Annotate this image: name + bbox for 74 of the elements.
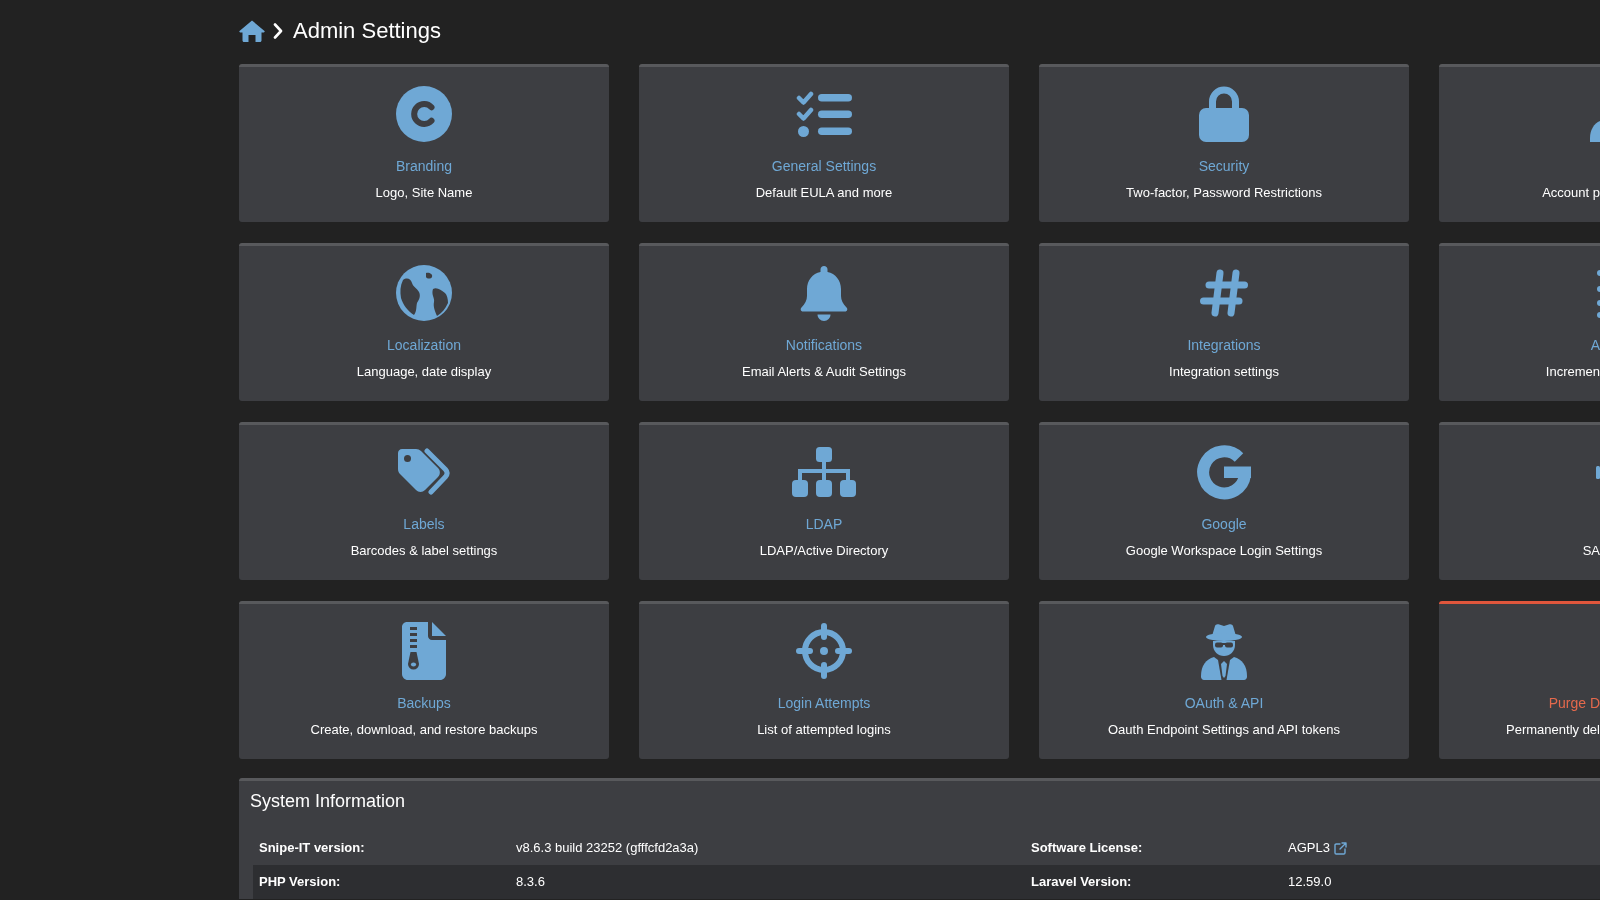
card-description: Two-factor, Password Restrictions <box>1126 184 1322 202</box>
checklist-icon <box>796 91 852 137</box>
settings-card[interactable]: Labels Barcodes & label settings <box>239 422 609 580</box>
home-icon[interactable] <box>239 20 265 42</box>
card-description: Default EULA and more <box>755 184 893 202</box>
settings-card[interactable]: Login Attempts List of attempted logins <box>639 601 1009 759</box>
table-cell: 12.59.0 <box>1282 865 1600 899</box>
card-title: Security <box>1198 157 1250 175</box>
settings-card[interactable]: SA <box>1439 422 1600 580</box>
zip-file-icon <box>402 622 446 680</box>
card-title: Purge D <box>1548 694 1600 712</box>
card-title: OAuth & API <box>1184 694 1264 712</box>
google-g-icon <box>1196 444 1252 500</box>
card-description: Language, date display <box>356 363 492 381</box>
card-description: LDAP/Active Directory <box>759 542 889 560</box>
settings-card[interactable]: Google Google Workspace Login Settings <box>1039 422 1409 580</box>
cut-off-icon <box>1590 121 1600 142</box>
settings-card[interactable]: Backups Create, download, and restore backups <box>239 601 609 759</box>
settings-card[interactable]: Purge D Permanently del <box>1439 601 1600 759</box>
settings-card[interactable]: Branding Logo, Site Name <box>239 64 609 222</box>
card-description: Logo, Site Name <box>375 184 473 202</box>
settings-card[interactable]: A Incremen <box>1439 243 1600 401</box>
sitemap-icon <box>792 447 856 497</box>
card-title: Labels <box>403 515 445 533</box>
card-description: Integration settings <box>1169 363 1279 381</box>
table-cell: PHP Version: <box>253 865 510 899</box>
cut-off-icon <box>1597 267 1600 319</box>
settings-card[interactable]: Notifications Email Alerts & Audit Settings <box>639 243 1009 401</box>
card-description: Google Workspace Login Settings <box>1125 542 1323 560</box>
settings-card[interactable]: Localization Language, date display <box>239 243 609 401</box>
table-cell-text: Snipe-IT version: <box>258 839 366 857</box>
settings-card[interactable]: General Settings Default EULA and more <box>639 64 1009 222</box>
crosshairs-icon <box>796 623 852 679</box>
hashtag-icon <box>1200 269 1248 317</box>
page-title: Admin Settings <box>293 17 441 45</box>
card-description: Barcodes & label settings <box>350 542 498 560</box>
card-title: Login Attempts <box>777 694 871 712</box>
spy-icon <box>1199 622 1249 680</box>
card-description: List of attempted logins <box>757 721 891 739</box>
external-link-icon <box>1333 841 1347 855</box>
card-description: Email Alerts & Audit Settings <box>742 363 906 381</box>
table-cell: Laravel Version: <box>1025 865 1282 899</box>
table-cell-text: v8.6.3 build 23252 (gfffcfd2a3a) <box>515 839 700 857</box>
card-title: Notifications <box>785 336 863 354</box>
card-description: Incremen <box>1545 363 1600 381</box>
settings-card[interactable]: LDAP LDAP/Active Directory <box>639 422 1009 580</box>
lock-icon <box>1199 86 1249 142</box>
table-cell: 8.3.6 <box>510 865 1025 899</box>
cut-off-icon <box>1596 465 1600 479</box>
globe-icon <box>396 265 452 321</box>
card-title: Integrations <box>1187 336 1261 354</box>
panel-title: System Information <box>249 790 407 813</box>
card-title: LDAP <box>805 515 843 533</box>
settings-card[interactable]: Security Two-factor, Password Restrictions <box>1039 64 1409 222</box>
copyright-icon <box>396 86 452 142</box>
card-description: Create, download, and restore backups <box>310 721 538 739</box>
settings-card[interactable]: Account p <box>1439 64 1600 222</box>
table-cell-text: Software License: <box>1030 839 1144 857</box>
card-title: Backups <box>397 694 451 712</box>
card-description: Permanently del <box>1506 721 1600 739</box>
card-title: General Settings <box>771 157 877 175</box>
settings-card[interactable]: OAuth & API Oauth Endpoint Settings and API tokens <box>1039 601 1409 759</box>
card-description: Account p <box>1542 184 1600 202</box>
card-title: Localization <box>387 336 461 354</box>
card-title: Branding <box>395 157 452 175</box>
license-link[interactable]: AGPL3 <box>1288 840 1347 856</box>
card-description: Oauth Endpoint Settings and API tokens <box>1108 721 1340 739</box>
bell-icon <box>800 265 848 321</box>
card-title: A <box>1590 336 1600 354</box>
tags-icon <box>396 447 452 497</box>
chevron-right-icon <box>273 23 283 39</box>
settings-card[interactable]: Integrations Integration settings <box>1039 243 1409 401</box>
card-title: Google <box>1201 515 1247 533</box>
card-description: SA <box>1582 542 1600 560</box>
